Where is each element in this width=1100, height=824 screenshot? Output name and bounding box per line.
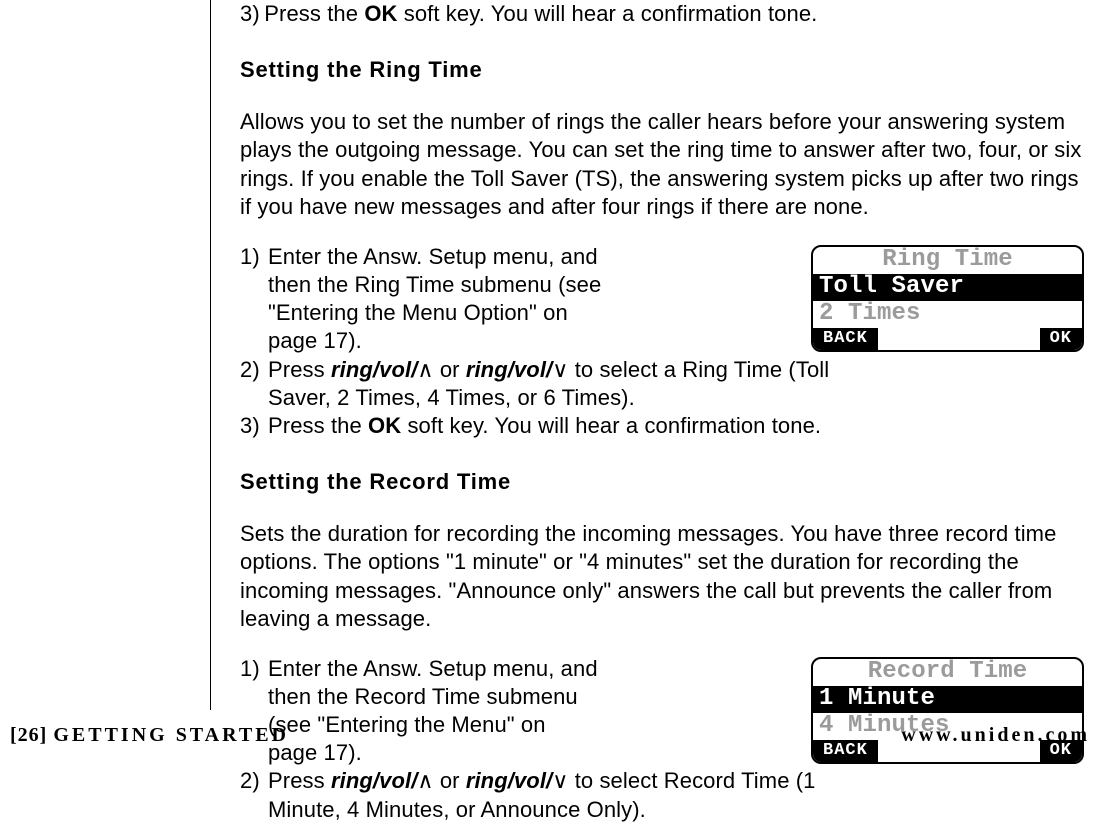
prev-step-3-ok: OK [364, 1, 397, 26]
footer-url: www.uniden.com [901, 723, 1090, 749]
heading-ring-time: Setting the Ring Time [240, 56, 1086, 84]
lcd-rec-selected: 1 Minute [813, 686, 1082, 713]
footer-page-number: [26] [10, 724, 53, 746]
footer-left: [26] GETTING STARTED [10, 723, 289, 749]
rec-step-2-num: 2) [240, 767, 268, 823]
prev-step-3: 3) Press the OK soft key. You will hear … [240, 0, 1086, 28]
rec-step-2-rv2: ring/vol/ [466, 768, 552, 793]
lcd-rec-title: Record Time [813, 659, 1082, 686]
ring-time-description: Allows you to set the number of rings th… [240, 108, 1086, 221]
lcd-ring-selected: Toll Saver [813, 274, 1082, 301]
ring-step-2-rv2: ring/vol/ [466, 357, 552, 382]
lcd-ring-line: 2 Times [813, 301, 1082, 328]
lcd-ring-title: Ring Time [813, 247, 1082, 274]
ring-step-1-num: 1) [240, 243, 268, 356]
ring-step-2-down: ∨ [552, 357, 568, 382]
ring-step-3-post: soft key. You will hear a confirmation t… [401, 413, 821, 438]
rec-step-2-pre: Press [268, 768, 331, 793]
ring-step-1-txt: Enter the Answ. Setup menu, and then the… [268, 243, 621, 356]
rec-step-2-down: ∨ [552, 768, 568, 793]
rec-step-2: 2) Press ring/vol/∧ or ring/vol/∨ to sel… [240, 767, 1086, 823]
ring-step-3: 3) Press the OK soft key. You will hear … [240, 412, 1086, 440]
ring-time-steps: Ring Time Toll Saver 2 Times BACK OK 1) … [240, 243, 1086, 440]
ring-step-2-up: ∧ [417, 357, 433, 382]
ring-step-2-pre: Press [268, 357, 331, 382]
ring-step-2-num: 2) [240, 356, 268, 412]
ring-step-3-pre: Press the [268, 413, 368, 438]
prev-step-3-pre: 3) Press the [240, 1, 364, 26]
ring-step-2-txt: Press ring/vol/∧ or ring/vol/∨ to select… [268, 356, 878, 412]
page: 3) Press the OK soft key. You will hear … [0, 0, 1100, 765]
rec-step-1-txt: Enter the Answ. Setup menu, and then the… [268, 655, 621, 768]
rec-step-1-num: 1) [240, 655, 268, 768]
ring-step-3-num: 3) [240, 412, 268, 440]
rec-step-2-up: ∧ [417, 768, 433, 793]
heading-record-time: Setting the Record Time [240, 468, 1086, 496]
lcd-ring-ok: OK [1040, 328, 1082, 350]
lcd-ring-back: BACK [813, 328, 878, 350]
footer: [26] GETTING STARTED www.uniden.com [0, 723, 1100, 749]
lcd-ring-softkeys: BACK OK [813, 328, 1082, 350]
left-margin-rule [210, 0, 211, 710]
rec-step-2-rv1: ring/vol/ [331, 768, 417, 793]
ring-step-2-rv1: ring/vol/ [331, 357, 417, 382]
ring-step-3-txt: Press the OK soft key. You will hear a c… [268, 412, 1086, 440]
rec-step-2-txt: Press ring/vol/∧ or ring/vol/∨ to select… [268, 767, 838, 823]
lcd-ring-time: Ring Time Toll Saver 2 Times BACK OK [811, 245, 1084, 352]
prev-step-3-post: soft key. You will hear a confirmation t… [398, 1, 818, 26]
ring-step-2-mid: or [434, 357, 466, 382]
ring-step-3-ok: OK [368, 413, 401, 438]
footer-section: GETTING STARTED [53, 724, 289, 746]
rec-step-2-mid: or [434, 768, 466, 793]
ring-step-2: 2) Press ring/vol/∧ or ring/vol/∨ to sel… [240, 356, 1086, 412]
content-column: 3) Press the OK soft key. You will hear … [240, 0, 1086, 824]
record-time-description: Sets the duration for recording the inco… [240, 520, 1086, 633]
